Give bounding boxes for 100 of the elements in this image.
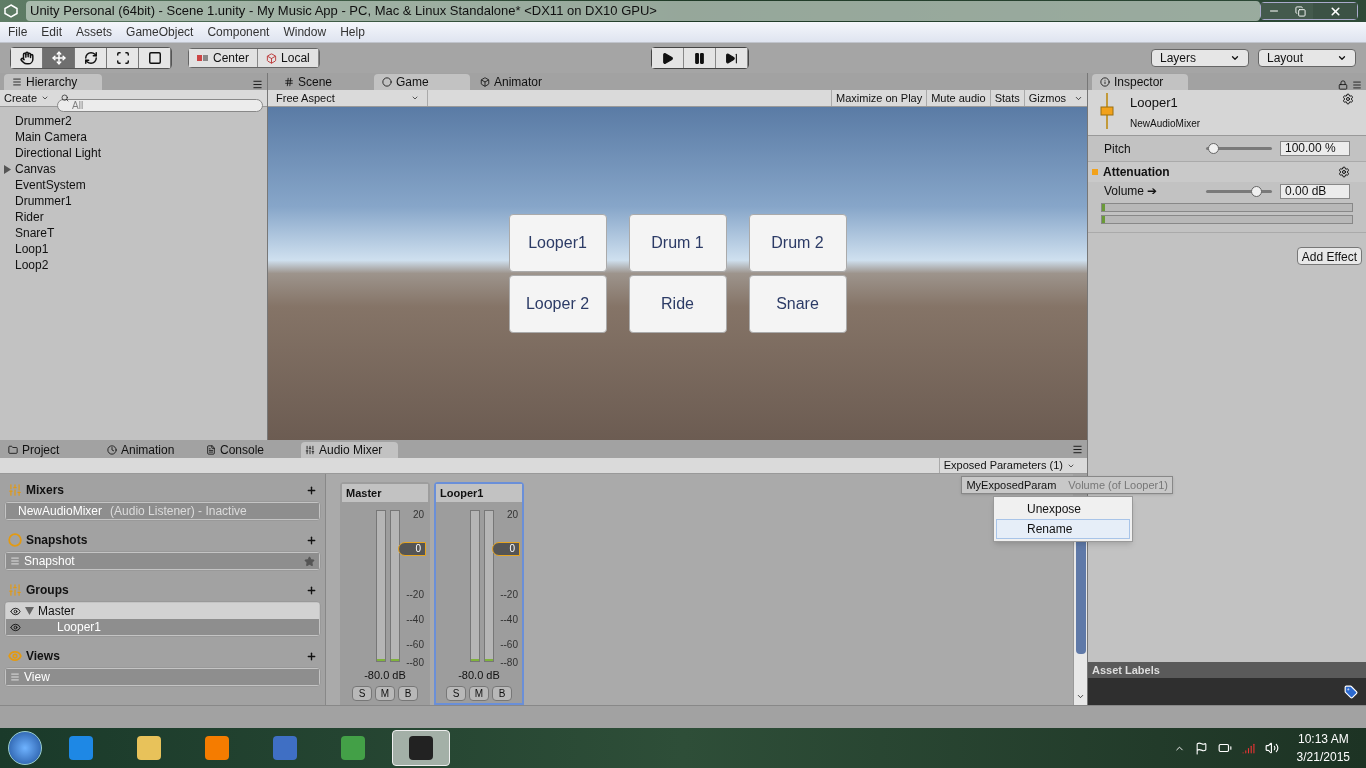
inspector-tab[interactable]: Inspector — [1092, 74, 1188, 90]
exposed-parameter-row[interactable]: MyExposedParam Volume (of Looper1) — [961, 476, 1173, 494]
game-toolbar-button[interactable]: Gizmos — [1023, 90, 1070, 106]
game-button[interactable]: Looper1 — [508, 214, 607, 272]
pivot-button[interactable]: Local — [258, 49, 319, 67]
tool-button[interactable] — [139, 48, 171, 68]
strip-toggle-button[interactable]: M — [375, 685, 395, 701]
close-button[interactable] — [1313, 3, 1357, 19]
strip-toggle-button[interactable]: B — [492, 685, 512, 701]
hierarchy-item[interactable]: SnareT — [15, 224, 55, 242]
eye-icon[interactable] — [10, 621, 21, 633]
menu-item[interactable]: Edit — [41, 23, 63, 41]
drag-handle-icon[interactable] — [10, 556, 20, 566]
menu-item[interactable]: GameObject — [126, 23, 194, 41]
view-tab[interactable]: Scene — [276, 74, 372, 90]
tool-button[interactable] — [75, 48, 107, 68]
menu-item[interactable]: Component — [207, 23, 270, 41]
game-toolbar-button[interactable]: Maximize on Play — [831, 90, 927, 106]
game-toolbar-button[interactable]: Stats — [989, 90, 1024, 106]
pivot-button[interactable]: Center — [189, 49, 259, 67]
group-row[interactable]: Master — [6, 603, 319, 619]
menu-item[interactable]: File — [8, 23, 28, 41]
playback-button[interactable] — [652, 48, 685, 68]
eye-icon[interactable] — [10, 605, 21, 617]
scroll-down-icon[interactable] — [1076, 692, 1085, 701]
tag-icon[interactable] — [1344, 684, 1358, 699]
view-tab[interactable]: Game — [374, 74, 470, 90]
create-dropdown[interactable]: Create — [4, 89, 50, 107]
strip-toggle-button[interactable]: B — [398, 685, 418, 701]
menu-item[interactable]: Assets — [76, 23, 113, 41]
flag-icon[interactable] — [1194, 741, 1208, 755]
panel-menu-icon[interactable] — [252, 79, 263, 90]
game-button[interactable]: Snare — [748, 275, 847, 333]
menu-item[interactable]: Help — [340, 23, 365, 41]
add-icon[interactable] — [306, 534, 317, 546]
hierarchy-item[interactable]: Drummer1 — [15, 192, 72, 210]
hierarchy-item[interactable]: Drummer2 — [15, 112, 72, 130]
strip-toggle-button[interactable]: M — [469, 685, 489, 701]
game-button[interactable]: Drum 2 — [748, 214, 847, 272]
view-tab[interactable]: Animator — [472, 74, 568, 90]
game-toolbar-button[interactable]: Mute audio — [926, 90, 990, 106]
hierarchy-item[interactable]: Rider — [15, 208, 44, 226]
value-field[interactable]: 100.00 % — [1280, 141, 1350, 156]
taskbar-app[interactable] — [392, 730, 450, 766]
game-button[interactable]: Drum 1 — [628, 214, 727, 272]
search-field[interactable]: All — [57, 98, 263, 112]
strip-toggle-button[interactable]: S — [352, 685, 372, 701]
mixer-strip[interactable]: Looper1 20 --20 --40 --60 --80 0 -80.0 dB S M B — [434, 482, 524, 705]
game-button[interactable]: Looper 2 — [508, 275, 607, 333]
fader-handle[interactable]: 0 — [492, 542, 520, 556]
menu-item[interactable]: Window — [283, 23, 327, 41]
clock-time[interactable]: 10:13 AM — [1297, 730, 1349, 748]
exposed-parameters-dropdown[interactable]: Exposed Parameters (1) — [938, 458, 1079, 473]
hierarchy-item[interactable]: EventSystem — [15, 176, 86, 194]
clock-date[interactable]: 3/21/2015 — [1296, 748, 1350, 766]
fader-handle[interactable]: 0 — [398, 542, 426, 556]
drag-handle-icon[interactable] — [10, 672, 20, 682]
tool-button[interactable] — [107, 48, 139, 68]
settings-icon[interactable] — [1338, 166, 1350, 178]
lock-icon[interactable] — [1338, 80, 1348, 90]
value-field[interactable]: 0.00 dB — [1280, 183, 1350, 199]
add-icon[interactable] — [306, 650, 317, 662]
game-button[interactable]: Ride — [628, 275, 727, 333]
minimize-button[interactable] — [1261, 3, 1287, 19]
slider-thumb[interactable] — [1250, 185, 1262, 197]
expand-triangle-icon[interactable] — [25, 607, 34, 615]
context-menu-item[interactable]: Rename — [996, 519, 1130, 539]
playback-button[interactable] — [684, 48, 717, 68]
start-button[interactable] — [8, 731, 42, 765]
tool-button[interactable] — [11, 48, 43, 68]
settings-icon[interactable] — [1342, 93, 1354, 105]
playback-button[interactable] — [716, 48, 749, 68]
expand-triangle-icon[interactable] — [4, 164, 11, 174]
panel-tab[interactable]: Audio Mixer — [301, 442, 398, 458]
volume-icon[interactable] — [1264, 741, 1279, 755]
restore-button[interactable] — [1287, 3, 1313, 19]
hierarchy-tab[interactable]: Hierarchy — [4, 74, 102, 90]
add-icon[interactable] — [306, 584, 317, 596]
hierarchy-item[interactable]: Main Camera — [15, 128, 88, 146]
add-icon[interactable] — [306, 484, 317, 496]
panel-tab[interactable]: Console — [202, 442, 299, 458]
close-icon — [1328, 4, 1342, 18]
panel-menu-icon[interactable] — [1072, 444, 1083, 455]
battery-icon[interactable] — [1217, 741, 1232, 755]
hierarchy-item[interactable]: Loop2 — [15, 256, 49, 274]
signal-icon[interactable] — [1241, 741, 1255, 755]
hierarchy-item[interactable]: Directional Light — [15, 144, 102, 162]
hierarchy-item[interactable]: Canvas — [15, 160, 56, 178]
panel-tab[interactable]: Project — [4, 442, 101, 458]
panel-tab[interactable]: Animation — [103, 442, 200, 458]
aspect-dropdown[interactable]: Free Aspect — [268, 90, 428, 106]
strip-toggle-button[interactable]: S — [446, 685, 466, 701]
layers-dropdown[interactable]: Layers — [1151, 49, 1249, 67]
layout-dropdown[interactable]: Layout — [1258, 49, 1356, 67]
context-menu-item[interactable]: Unexpose — [996, 499, 1130, 519]
hierarchy-item[interactable]: Loop1 — [15, 240, 49, 258]
mixer-strip[interactable]: Master 20 --20 --40 --60 --80 0 -80.0 dB S M B — [340, 482, 430, 705]
star-icon[interactable] — [304, 555, 315, 567]
slider-thumb[interactable] — [1207, 143, 1219, 154]
add-effect-button[interactable]: Add Effect — [1296, 247, 1362, 265]
